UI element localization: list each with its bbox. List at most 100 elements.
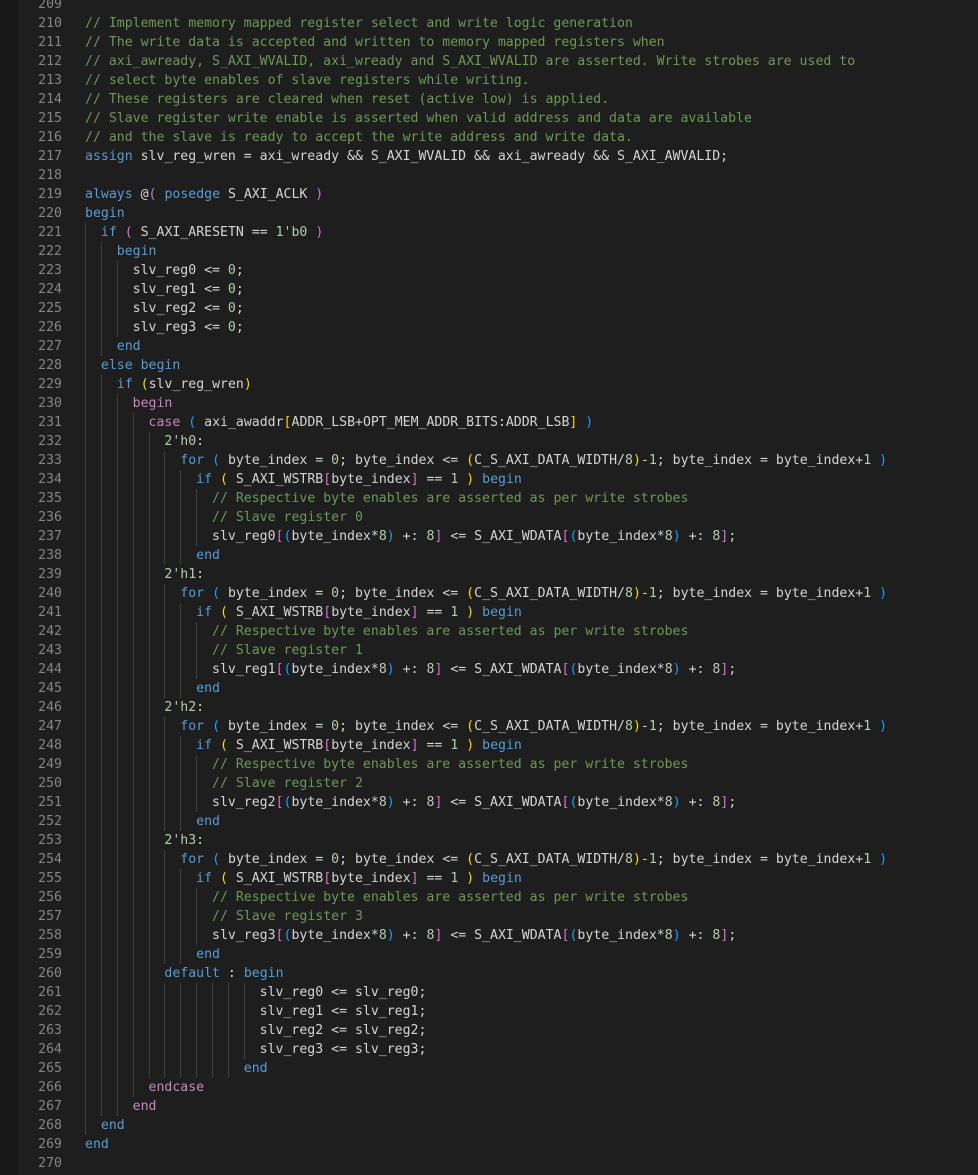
code-line[interactable]: for ( byte_index = 0; byte_index <= (C_S… (85, 717, 887, 736)
indent-guide (164, 584, 166, 603)
code-line[interactable]: end (85, 945, 220, 964)
code-line[interactable]: slv_reg2[(byte_index*8) +: 8] <= S_AXI_W… (85, 793, 736, 812)
code-line[interactable]: default : begin (85, 964, 283, 983)
code-line[interactable]: 2'h1: (85, 565, 204, 584)
code-token: ) (632, 453, 641, 468)
code-line[interactable]: // Implement memory mapped register sele… (85, 14, 633, 33)
code-line[interactable]: begin (85, 394, 173, 413)
indent-guide (85, 261, 86, 280)
code-line[interactable]: // Slave register write enable is assert… (85, 109, 752, 128)
indent-guide (100, 888, 102, 907)
code-line[interactable]: end (85, 546, 220, 565)
code-line[interactable]: begin (85, 242, 157, 261)
code-line[interactable]: // Slave register 3 (85, 907, 363, 926)
code-line[interactable]: for ( byte_index = 0; byte_index <= (C_S… (85, 850, 887, 869)
indent-guide (180, 603, 182, 622)
indent-guide (85, 337, 86, 356)
code-line[interactable]: // and the slave is ready to accept the … (85, 128, 633, 147)
code-line[interactable]: // Respective byte enables are asserted … (85, 622, 688, 641)
code-token: ] (410, 871, 419, 886)
code-line[interactable]: 2'h3: (85, 831, 204, 850)
code-line[interactable]: slv_reg2 <= 0; (85, 299, 244, 318)
code-token: <= S_AXI_WDATA (442, 662, 562, 677)
indent-guide (85, 641, 86, 660)
code-token: always (85, 187, 133, 202)
code-line[interactable]: // Slave register 0 (85, 508, 363, 527)
indent-guide (180, 546, 182, 565)
indent-guide (164, 1002, 166, 1021)
code-token: slv_reg_wren = axi_wready && S_AXI_WVALI… (132, 149, 729, 164)
code-line[interactable]: else begin (85, 356, 180, 375)
indent-guide (212, 1021, 214, 1040)
code-line[interactable]: if ( S_AXI_WSTRB[byte_index] == 1 ) begi… (85, 470, 522, 489)
code-editor[interactable]: 209 210 211 212 213 214 215 216 217 218 219 220 221 2… (0, 0, 978, 1175)
indent-guide (85, 375, 86, 394)
indent-guide (164, 793, 166, 812)
code-line[interactable]: if ( S_AXI_WSTRB[byte_index] == 1 ) begi… (85, 603, 522, 622)
code-line[interactable]: if (slv_reg_wren) (85, 375, 252, 394)
code-line[interactable]: 2'h2: (85, 698, 204, 717)
code-line[interactable]: slv_reg1 <= slv_reg1; (85, 1002, 427, 1021)
code-line[interactable]: slv_reg1[(byte_index*8) +: 8] <= S_AXI_W… (85, 660, 736, 679)
code-line[interactable]: 2'h0: (85, 432, 204, 451)
code-line[interactable]: end (85, 1116, 125, 1135)
code-line[interactable]: // Respective byte enables are asserted … (85, 755, 688, 774)
code-line[interactable]: for ( byte_index = 0; byte_index <= (C_S… (85, 584, 887, 603)
code-token: byte_index (331, 472, 411, 487)
code-line[interactable]: end (85, 812, 220, 831)
line-number: 227 (38, 339, 62, 354)
code-token: // Respective byte enables are asserted … (212, 491, 689, 506)
code-line[interactable]: end (85, 337, 141, 356)
code-line[interactable]: end (85, 1097, 157, 1116)
line-number: 246 (38, 700, 62, 715)
code-token: C_S_AXI_DATA_WIDTH/ (474, 453, 625, 468)
indent-guide (116, 717, 118, 736)
indent-guide (116, 489, 118, 508)
code-line[interactable]: case ( axi_awaddr[ADDR_LSB+OPT_MEM_ADDR_… (85, 413, 594, 432)
indent-guide (180, 1059, 182, 1078)
code-line[interactable]: // select byte enables of slave register… (85, 71, 530, 90)
code-token: +: (680, 662, 713, 677)
code-line[interactable]: assign slv_reg_wren = axi_wready && S_AX… (85, 147, 728, 166)
line-number: 269 (38, 1137, 62, 1152)
code-line[interactable]: // Slave register 2 (85, 774, 363, 793)
code-line[interactable]: end (85, 1135, 109, 1154)
code-token: 8 (378, 529, 387, 544)
code-line[interactable]: slv_reg0[(byte_index*8) +: 8] <= S_AXI_W… (85, 527, 736, 546)
code-line[interactable]: end (85, 1059, 268, 1078)
code-line[interactable]: for ( byte_index = 0; byte_index <= (C_S… (85, 451, 887, 470)
indent-guide (164, 660, 166, 679)
code-line[interactable]: // The write data is accepted and writte… (85, 33, 665, 52)
code-line[interactable]: slv_reg0 <= slv_reg0; (85, 983, 427, 1002)
code-token: ( (124, 225, 133, 240)
code-line[interactable]: begin (85, 204, 125, 223)
code-line[interactable]: if ( S_AXI_ARESETN == 1'b0 ) (85, 223, 323, 242)
code-line[interactable]: // These registers are cleared when rese… (85, 90, 609, 109)
code-token: 1 (648, 453, 657, 468)
code-area[interactable]: // Implement memory mapped register sele… (85, 0, 978, 1175)
code-line[interactable]: // Slave register 1 (85, 641, 363, 660)
code-line[interactable]: slv_reg3[(byte_index*8) +: 8] <= S_AXI_W… (85, 926, 736, 945)
code-line[interactable]: if ( S_AXI_WSTRB[byte_index] == 1 ) begi… (85, 869, 522, 888)
indent-guide (148, 698, 150, 717)
line-number: 211 (38, 35, 62, 50)
code-line[interactable]: slv_reg0 <= 0; (85, 261, 244, 280)
code-line[interactable]: always @( posedge S_AXI_ACLK ) (85, 185, 323, 204)
code-line[interactable]: endcase (85, 1078, 205, 1097)
code-line[interactable]: slv_reg1 <= 0; (85, 280, 244, 299)
code-line[interactable]: // axi_awready, S_AXI_WVALID, axi_wready… (85, 52, 855, 71)
code-line[interactable]: slv_reg3 <= slv_reg3; (85, 1040, 427, 1059)
code-line[interactable]: end (85, 679, 220, 698)
code-line[interactable]: if ( S_AXI_WSTRB[byte_index] == 1 ) begi… (85, 736, 522, 755)
code-line[interactable]: slv_reg3 <= 0; (85, 318, 244, 337)
code-token: byte_index* (577, 795, 665, 810)
code-line[interactable]: slv_reg2 <= slv_reg2; (85, 1021, 427, 1040)
indent-guide (116, 1097, 118, 1116)
code-line[interactable]: // Respective byte enables are asserted … (85, 888, 688, 907)
code-line[interactable]: // Respective byte enables are asserted … (85, 489, 688, 508)
